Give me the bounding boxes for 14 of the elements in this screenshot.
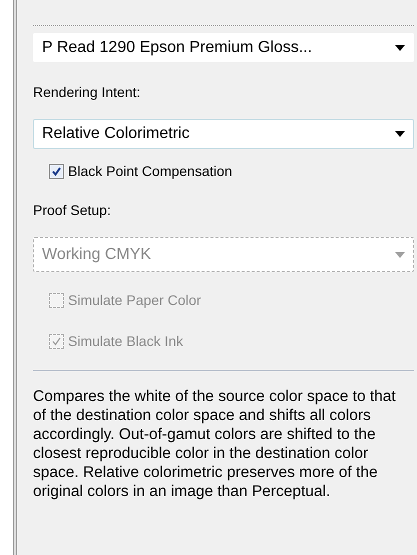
description-text: Compares the white of the source color space to that of the destination color space and shifts all colors accordingly. Out-of-gamut colors are shifted to the closest reproducible color in the destination color space. Relative colorimetric preserves more of the original colors in an image than Perceptual. (33, 387, 397, 501)
caret-icon (395, 252, 405, 258)
checkmark-icon (51, 336, 62, 347)
dropdown[interactable]: P Read 1290 Epson Premium Gloss... (33, 33, 414, 62)
caret-icon (395, 131, 405, 137)
section-label: Proof Setup: (33, 201, 111, 220)
checkmark-icon (51, 166, 62, 177)
checkbox-label: Black Point Compensation (68, 162, 232, 181)
checkbox-label: Simulate Black Ink (68, 332, 184, 351)
section-label: Rendering Intent: (33, 83, 140, 102)
checkbox[interactable] (49, 164, 64, 179)
checkbox-label: Simulate Paper Color (68, 291, 202, 310)
caret-icon (395, 44, 405, 50)
dropdown[interactable]: Relative Colorimetric (33, 119, 414, 149)
